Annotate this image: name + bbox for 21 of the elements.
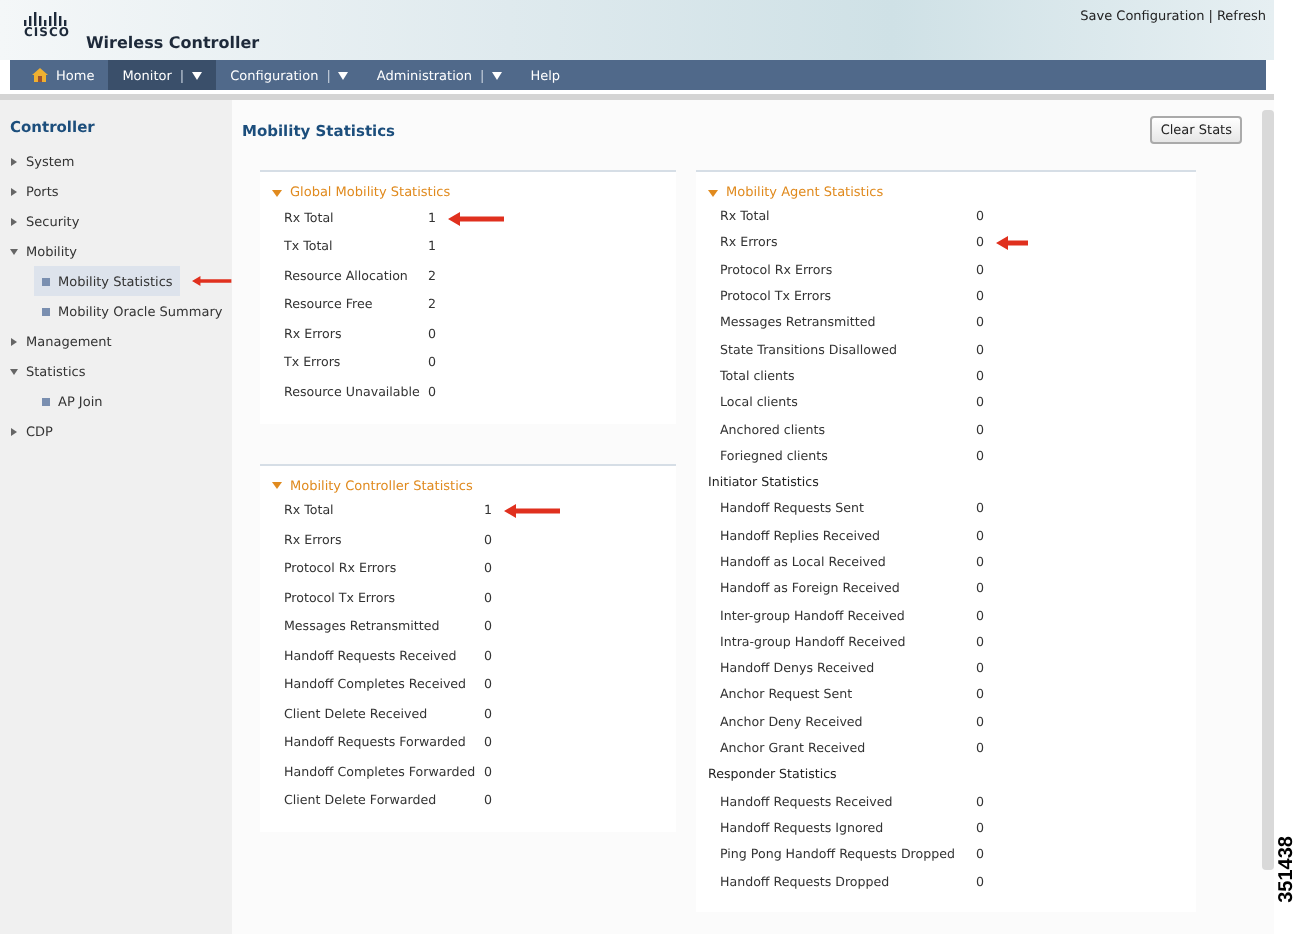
figure-number: 351438: [1275, 835, 1297, 902]
collapsed-triangle-icon: [10, 187, 18, 195]
triangle-icon: [708, 187, 718, 197]
expanded-triangle-icon: [10, 247, 18, 255]
bullet-icon: [42, 397, 50, 405]
product-title: Wireless Controller: [85, 34, 260, 52]
scrollbar[interactable]: [1262, 110, 1274, 870]
triangle-icon: [272, 187, 282, 197]
cisco-logo-bars-icon: [24, 12, 68, 26]
triangle-icon: [272, 480, 282, 490]
caret-icon: [192, 71, 203, 79]
home-icon: [32, 68, 48, 82]
collapsed-triangle-icon: [10, 157, 18, 165]
collapsed-triangle-icon: [10, 337, 18, 345]
caret-icon: [338, 71, 349, 79]
collapsed-triangle-icon: [10, 427, 18, 435]
caret-icon: [492, 71, 503, 79]
expanded-triangle-icon: [10, 367, 18, 375]
bullet-icon: [42, 307, 50, 315]
collapsed-triangle-icon: [10, 217, 18, 225]
bullet-icon: [42, 277, 50, 285]
